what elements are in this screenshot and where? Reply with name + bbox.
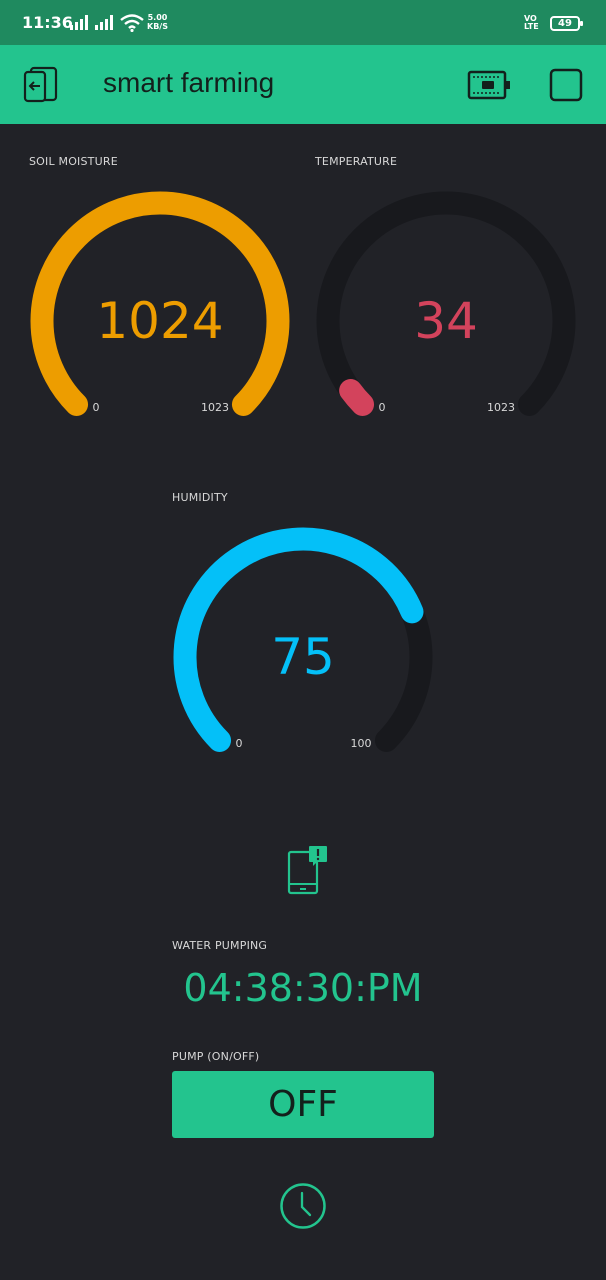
- wifi-icon: [120, 14, 144, 32]
- stop-icon[interactable]: [549, 68, 583, 102]
- temperature-gauge: 34 0 1023: [316, 191, 576, 416]
- back-icon[interactable]: [22, 66, 60, 104]
- notification-icon[interactable]: [284, 844, 330, 896]
- gauge-fill: [339, 379, 375, 416]
- gauge-value: 75: [271, 628, 335, 686]
- gauge-value: 1024: [96, 292, 223, 350]
- network-speed-unit: KB/S: [147, 22, 168, 31]
- gauge-min: 0: [236, 737, 243, 750]
- clock-icon[interactable]: [279, 1182, 327, 1230]
- soil-moisture-gauge: 1024 0 1023: [30, 191, 290, 416]
- status-bar: 11:36 5.00 KB/S VO LTE 49: [0, 0, 606, 45]
- humidity-label: HUMIDITY: [172, 491, 228, 504]
- app-title: smart farming: [103, 67, 275, 98]
- volte-indicator: VO LTE: [524, 15, 539, 31]
- network-speed: 5.00 KB/S: [147, 13, 168, 31]
- signal-icon: [95, 15, 117, 30]
- network-speed-value: 5.00: [147, 13, 168, 22]
- timer-value: 04:38:30:PM: [183, 966, 423, 1010]
- status-time: 11:36: [22, 13, 73, 32]
- app-bar: smart farming: [0, 45, 606, 124]
- volte-line2: LTE: [524, 22, 539, 31]
- pump-label: PUMP (ON/OFF): [172, 1050, 260, 1063]
- humidity-gauge: 75 0 100: [173, 527, 433, 752]
- pump-toggle-button[interactable]: OFF: [172, 1071, 434, 1138]
- gauge-min: 0: [93, 401, 100, 414]
- gauge-value: 34: [414, 292, 478, 350]
- battery-icon: 49: [550, 16, 583, 31]
- soil-moisture-label: SOIL MOISTURE: [29, 155, 118, 168]
- water-pumping-label: WATER PUMPING: [172, 939, 268, 952]
- gauge-min: 0: [379, 401, 386, 414]
- gauge-max: 1023: [201, 401, 229, 414]
- gauge-max: 100: [351, 737, 372, 750]
- temperature-label: TEMPERATURE: [315, 155, 398, 168]
- signal-icon: [70, 15, 92, 30]
- device-icon[interactable]: [467, 69, 511, 101]
- gauge-max: 1023: [487, 401, 515, 414]
